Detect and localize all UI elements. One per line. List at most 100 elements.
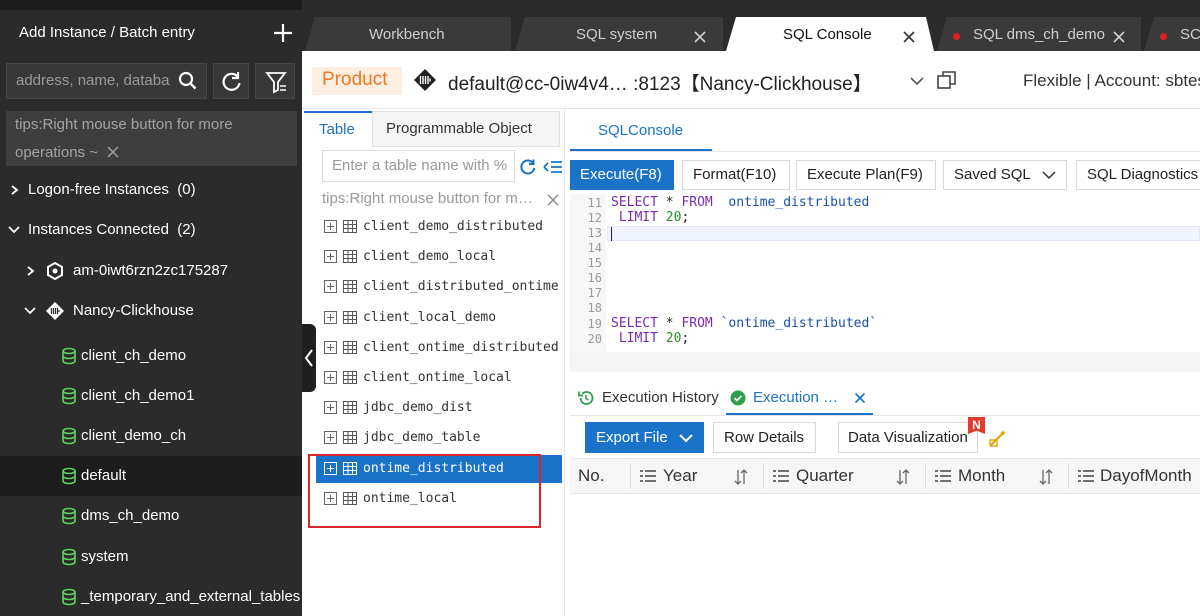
- column-divider[interactable]: [763, 463, 764, 489]
- copy-window-icon[interactable]: [936, 69, 958, 91]
- database-label: _temporary_and_external_tables: [81, 588, 301, 605]
- database-item[interactable]: _temporary_and_external_tables: [0, 577, 302, 616]
- column-header-dayofmonth[interactable]: DayofMonth: [1100, 466, 1192, 486]
- column-menu-icon[interactable]: [1078, 469, 1094, 483]
- editor-scrollbar[interactable]: [570, 352, 1200, 372]
- database-item[interactable]: client_ch_demo1: [0, 376, 302, 416]
- expand-icon[interactable]: [324, 311, 337, 324]
- line-number: 15: [587, 256, 602, 270]
- column-header-no[interactable]: No.: [578, 466, 604, 486]
- list-menu-icon[interactable]: [543, 158, 563, 176]
- close-tab-icon[interactable]: [693, 30, 707, 44]
- column-divider[interactable]: [1068, 463, 1069, 489]
- text-cursor: [611, 227, 612, 241]
- collapse-panel-handle[interactable]: [302, 324, 316, 392]
- execute-plan-button[interactable]: Execute Plan(F9): [796, 160, 936, 190]
- database-label: system: [81, 548, 129, 565]
- chevron-down-icon[interactable]: [909, 73, 925, 89]
- search-icon[interactable]: [177, 70, 199, 92]
- sort-icon[interactable]: [896, 469, 910, 485]
- account-mode-text: Flexible | Account: sbtes: [1023, 71, 1200, 90]
- database-label: default: [81, 467, 127, 484]
- tab-label: SQL Console: [783, 26, 872, 43]
- tab-sql-dms-ch-demo[interactable]: SQL dms_ch_demo: [937, 17, 1141, 51]
- close-tab-icon[interactable]: [1112, 30, 1126, 44]
- expand-icon[interactable]: [324, 341, 337, 354]
- filter-instances-button[interactable]: [255, 63, 295, 99]
- table-row[interactable]: client_ontime_distributed: [316, 334, 562, 362]
- column-menu-icon[interactable]: [935, 469, 951, 483]
- table-row[interactable]: jdbc_demo_dist: [316, 394, 562, 422]
- data-visualization-button[interactable]: Data Visualization: [838, 422, 978, 453]
- saved-sql-dropdown[interactable]: Saved SQL: [943, 160, 1067, 190]
- database-icon: [62, 507, 76, 525]
- tab-sqlconsole[interactable]: SQLConsole: [570, 111, 712, 151]
- column-divider[interactable]: [925, 463, 926, 489]
- instance-item-nancy-clickhouse[interactable]: Nancy-Clickhouse: [0, 292, 302, 332]
- filter-icon: [265, 72, 287, 94]
- refresh-icon: [222, 72, 241, 91]
- sort-icon[interactable]: [1039, 469, 1053, 485]
- database-icon: [62, 588, 76, 606]
- column-header-quarter[interactable]: Quarter: [796, 466, 854, 486]
- sql-keyword: FROM: [681, 316, 713, 331]
- table-search-input[interactable]: Enter a table name with %: [322, 150, 515, 182]
- column-menu-icon[interactable]: [640, 469, 656, 483]
- table-row[interactable]: client_ontime_local: [316, 364, 562, 392]
- refresh-instances-button[interactable]: [213, 63, 249, 99]
- line-number: 13: [587, 226, 602, 240]
- row-details-button[interactable]: Row Details: [713, 422, 816, 453]
- column-menu-icon[interactable]: [773, 469, 789, 483]
- chevron-down-icon: [679, 434, 693, 443]
- chevron-right-icon: [27, 266, 35, 276]
- close-tip-icon[interactable]: [106, 145, 120, 159]
- database-item-selected[interactable]: default: [0, 456, 302, 496]
- close-tip-icon[interactable]: [546, 193, 560, 207]
- table-row[interactable]: jdbc_demo_table: [316, 424, 562, 452]
- tab-sql-system[interactable]: SQL system: [515, 17, 723, 51]
- sql-diagnostics-button[interactable]: SQL Diagnostics: [1076, 160, 1200, 190]
- database-item[interactable]: client_ch_demo: [0, 336, 302, 376]
- add-instance-title[interactable]: Add Instance / Batch entry: [19, 24, 195, 41]
- table-row[interactable]: client_demo_distributed: [316, 213, 562, 241]
- close-tab-icon[interactable]: [854, 392, 866, 404]
- expand-icon[interactable]: [324, 250, 337, 263]
- tab-workbench[interactable]: Workbench: [305, 17, 511, 51]
- unsaved-dot-icon: [953, 33, 960, 40]
- tab-execution-history[interactable]: Execution History: [576, 381, 722, 415]
- instance-item-am[interactable]: am-0iwt6rzn2zc175287: [0, 252, 302, 292]
- database-item[interactable]: client_demo_ch: [0, 416, 302, 456]
- logon-free-instances-group[interactable]: Logon-free Instances (0): [0, 171, 302, 211]
- expand-icon[interactable]: [324, 280, 337, 293]
- tab-sql-console[interactable]: SQL Console: [726, 17, 934, 51]
- tab-programmable-object[interactable]: Programmable Object: [372, 111, 560, 147]
- expand-icon[interactable]: [324, 431, 337, 444]
- line-number: 17: [587, 286, 602, 300]
- format-button[interactable]: Format(F10): [682, 160, 790, 190]
- table-name: jdbc_demo_table: [363, 430, 481, 445]
- table-row[interactable]: client_distributed_ontime: [316, 273, 562, 301]
- expand-icon[interactable]: [324, 220, 337, 233]
- close-tab-icon[interactable]: [902, 30, 916, 44]
- expand-icon[interactable]: [324, 371, 337, 384]
- refresh-icon[interactable]: [519, 158, 537, 176]
- expand-icon[interactable]: [324, 401, 337, 414]
- column-divider[interactable]: [630, 463, 631, 489]
- table-icon: [343, 431, 357, 444]
- table-row[interactable]: client_demo_local: [316, 243, 562, 271]
- sort-icon[interactable]: [734, 469, 748, 485]
- column-header-month[interactable]: Month: [958, 466, 1005, 486]
- connection-name[interactable]: default@cc-0iw4v4… :8123【Nancy-Clickhous…: [448, 69, 872, 96]
- sql-keyword: SELECT: [611, 316, 658, 331]
- clickhouse-icon: [414, 69, 436, 91]
- database-item[interactable]: system: [0, 537, 302, 577]
- table-row[interactable]: client_local_demo: [316, 304, 562, 332]
- magic-wand-icon[interactable]: [988, 428, 1008, 448]
- add-instance-plus-icon[interactable]: [270, 20, 296, 46]
- current-line-highlight: [607, 226, 1200, 241]
- database-item[interactable]: dms_ch_demo: [0, 496, 302, 536]
- tab-table[interactable]: Table: [304, 111, 372, 147]
- execute-button[interactable]: Execute(F8): [570, 160, 674, 190]
- instances-connected-group[interactable]: Instances Connected (2): [0, 211, 302, 251]
- column-header-year[interactable]: Year: [663, 466, 697, 486]
